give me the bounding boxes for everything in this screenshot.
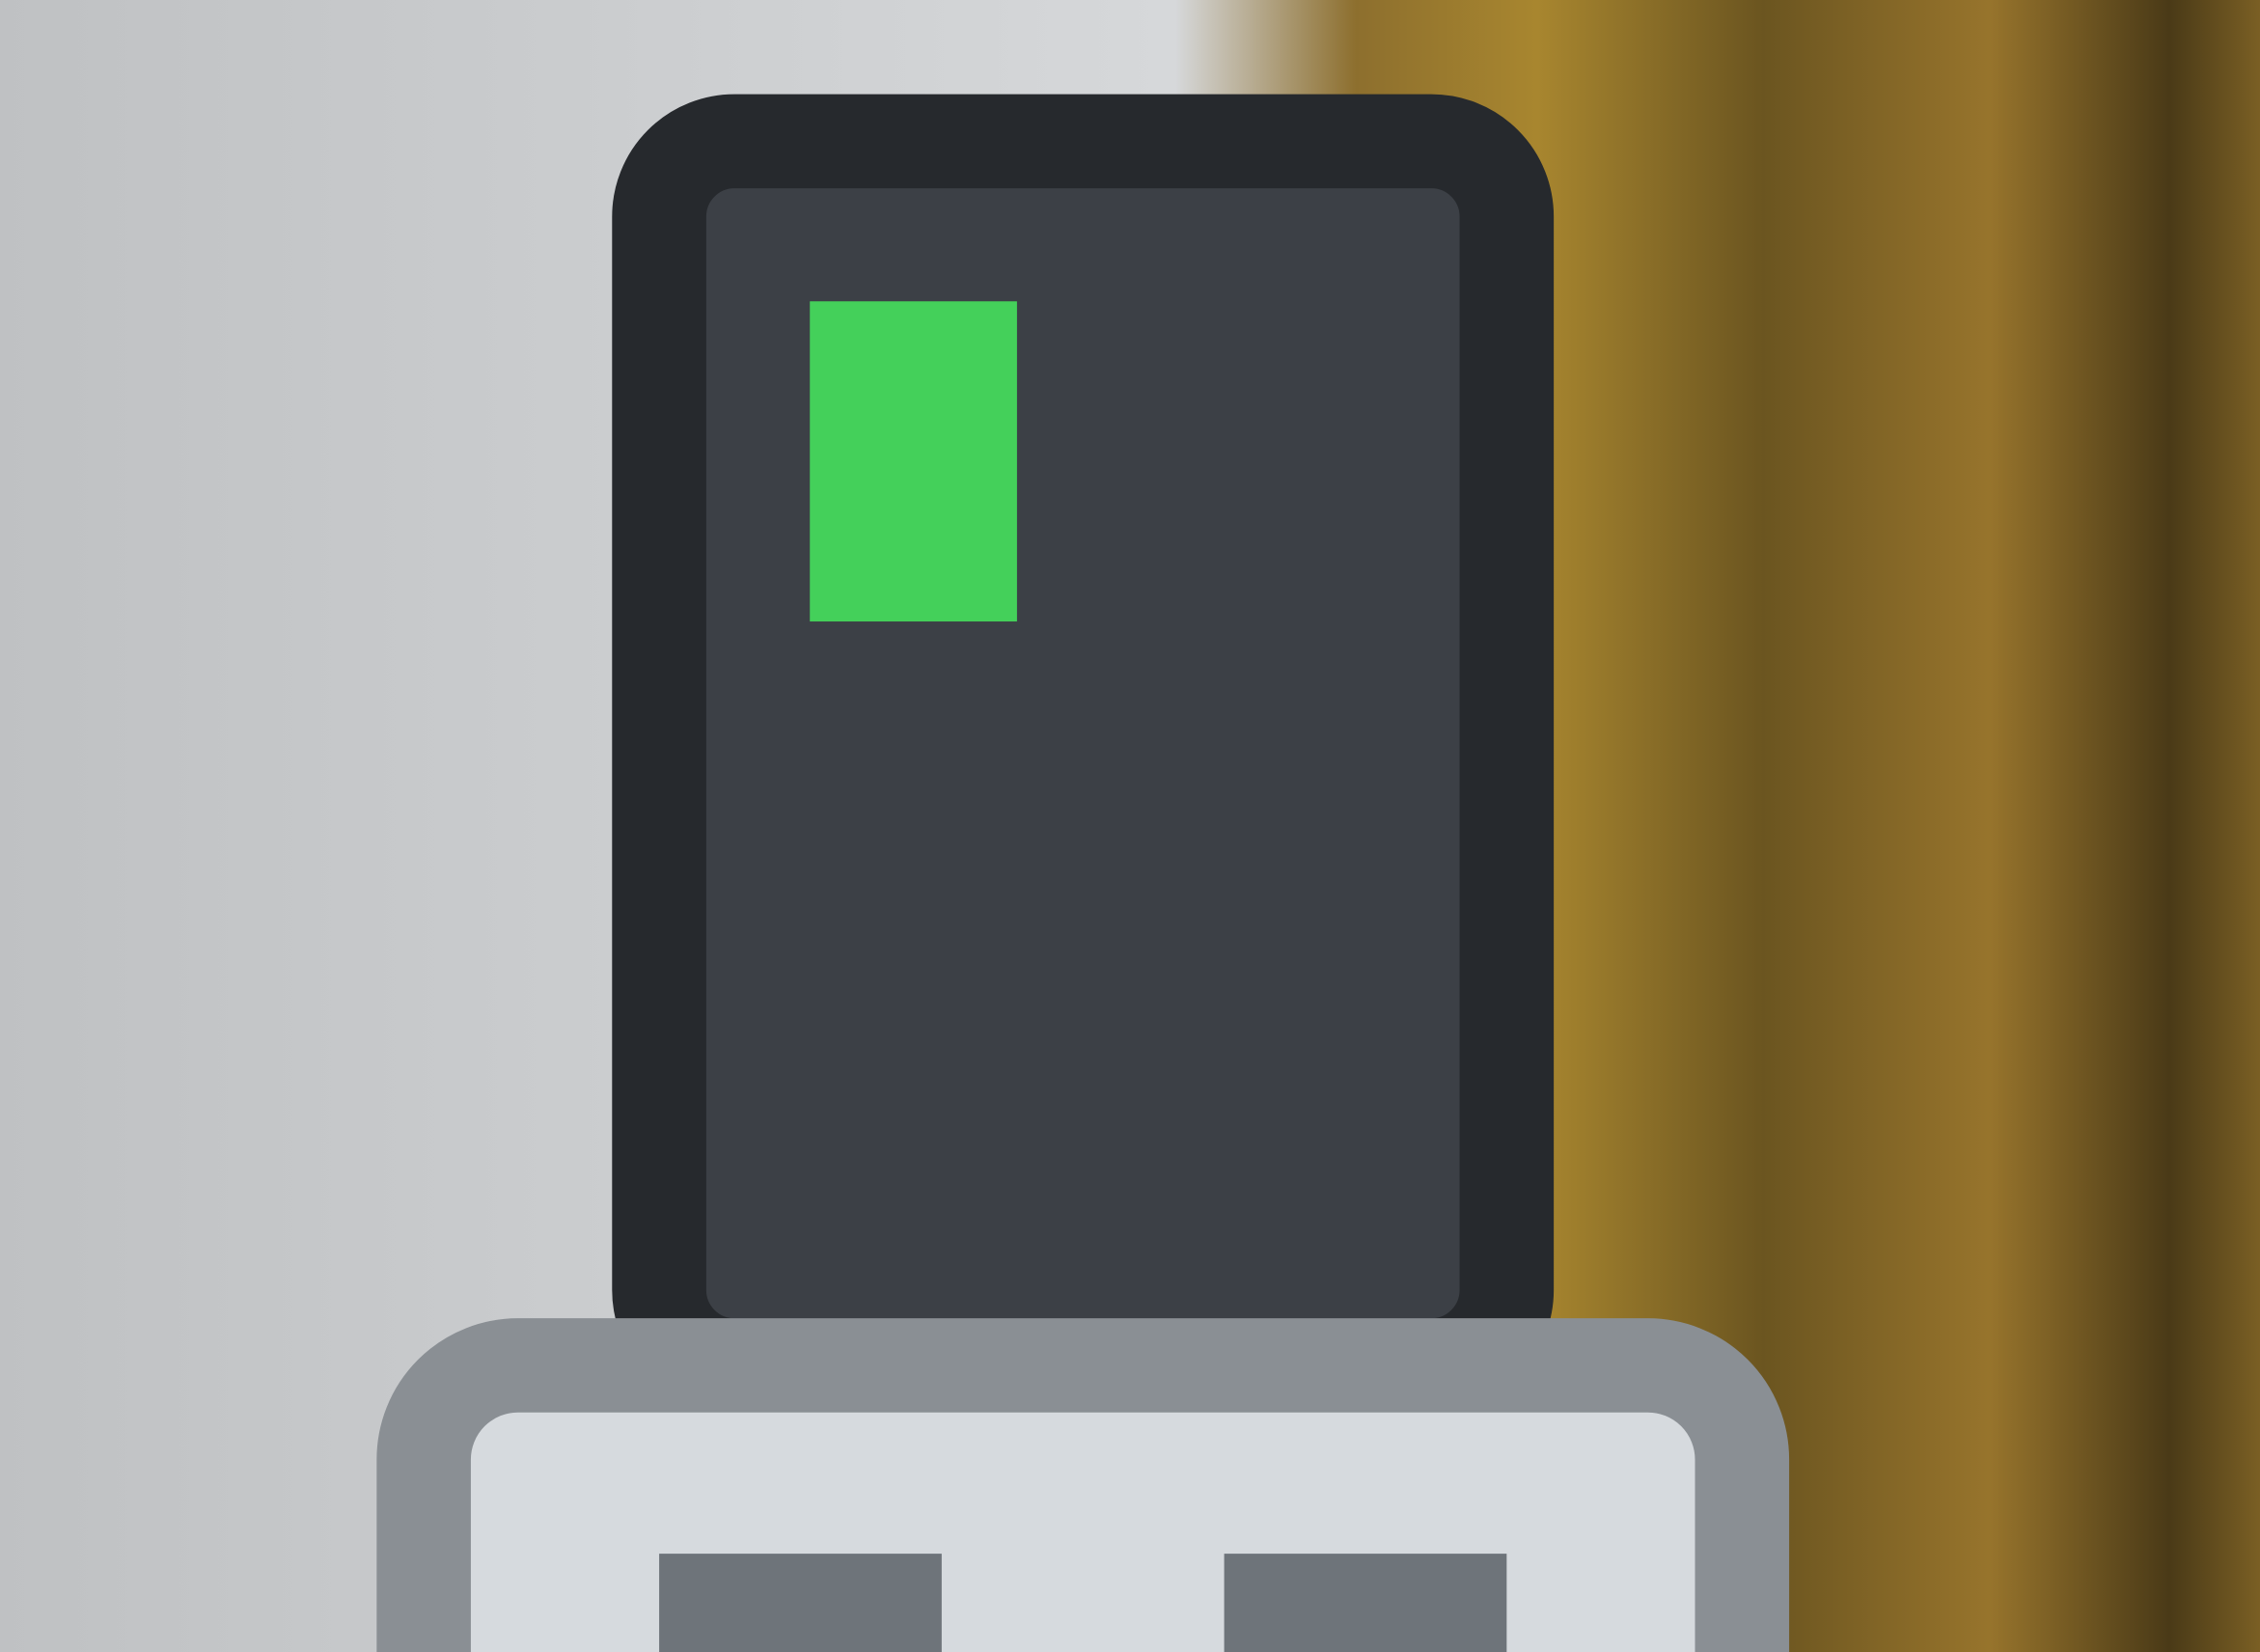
title-bar: Device Manager (0, 0, 2260, 1652)
desktop-background-strip (2254, 0, 2260, 1652)
device-manager-window: Device Manager FileActionViewHelp ? Soft… (0, 0, 2260, 1652)
screen: Device Manager FileActionViewHelp ? Soft… (0, 0, 2260, 1652)
